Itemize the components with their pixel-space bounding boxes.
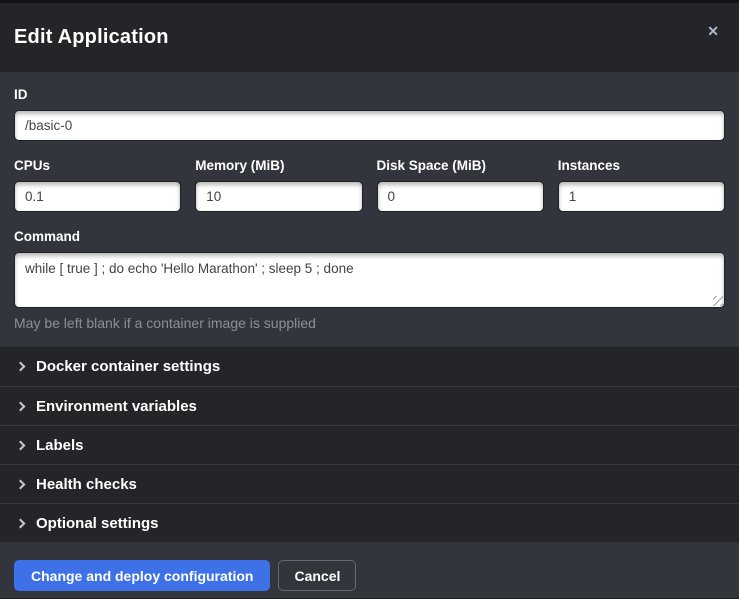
command-label: Command	[14, 229, 725, 244]
modal-title: Edit Application	[14, 26, 169, 49]
change-and-deploy-button[interactable]: Change and deploy configuration	[14, 560, 270, 591]
cpus-input[interactable]	[14, 181, 181, 212]
close-icon[interactable]: ✕	[703, 20, 723, 42]
chevron-right-icon	[16, 518, 26, 528]
section-docker-container-settings[interactable]: Docker container settings	[0, 347, 739, 386]
memory-input[interactable]	[195, 181, 362, 212]
chevron-right-icon	[16, 401, 26, 411]
section-label: Environment variables	[36, 398, 197, 415]
section-label: Optional settings	[36, 515, 159, 532]
id-input[interactable]	[14, 110, 725, 141]
memory-field-group: Memory (MiB)	[195, 158, 362, 212]
section-label: Docker container settings	[36, 358, 220, 375]
form-body: ID CPUs Memory (MiB) Disk Space (MiB) In…	[0, 72, 739, 347]
chevron-right-icon	[16, 362, 26, 372]
id-label: ID	[14, 87, 725, 102]
chevron-right-icon	[16, 440, 26, 450]
section-label: Labels	[36, 437, 84, 454]
section-label: Health checks	[36, 476, 137, 493]
disk-label: Disk Space (MiB)	[377, 158, 544, 173]
cpus-field-group: CPUs	[14, 158, 181, 212]
command-textarea[interactable]: while [ true ] ; do echo 'Hello Marathon…	[14, 252, 725, 308]
modal-header: Edit Application ✕	[0, 3, 739, 72]
section-health-checks[interactable]: Health checks	[0, 464, 739, 503]
cancel-button[interactable]: Cancel	[278, 560, 356, 591]
cpus-label: CPUs	[14, 158, 181, 173]
section-environment-variables[interactable]: Environment variables	[0, 386, 739, 425]
instances-label: Instances	[558, 158, 725, 173]
section-labels[interactable]: Labels	[0, 425, 739, 464]
edit-application-modal: Edit Application ✕ ID CPUs Memory (MiB) …	[0, 0, 739, 599]
disk-field-group: Disk Space (MiB)	[377, 158, 544, 212]
command-helper-text: May be left blank if a container image i…	[14, 315, 725, 331]
section-optional-settings[interactable]: Optional settings	[0, 503, 739, 542]
instances-input[interactable]	[558, 181, 725, 212]
modal-footer: Change and deploy configuration Cancel	[0, 542, 739, 598]
memory-label: Memory (MiB)	[195, 158, 362, 173]
command-field-group: Command while [ true ] ; do echo 'Hello …	[14, 229, 725, 331]
id-field-group: ID	[14, 87, 725, 141]
accordion: Docker container settings Environment va…	[0, 347, 739, 542]
disk-input[interactable]	[377, 181, 544, 212]
resources-row: CPUs Memory (MiB) Disk Space (MiB) Insta…	[14, 158, 725, 212]
chevron-right-icon	[16, 479, 26, 489]
instances-field-group: Instances	[558, 158, 725, 212]
